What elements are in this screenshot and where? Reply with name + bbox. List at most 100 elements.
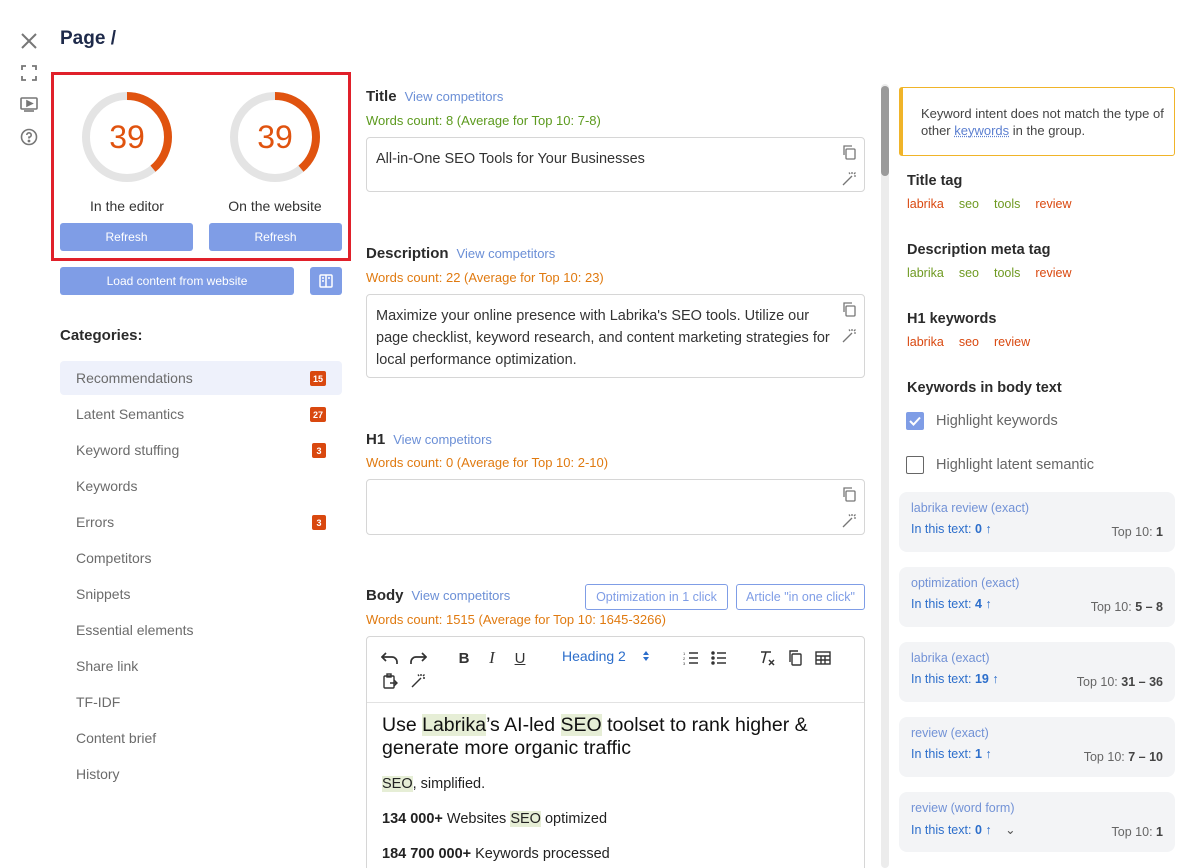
article-one-click-button[interactable]: Article "in one click"	[736, 584, 865, 610]
italic-icon[interactable]: I	[482, 648, 502, 668]
h1-field[interactable]	[366, 479, 865, 535]
category-item[interactable]: Errors 3	[60, 505, 342, 539]
keyword-in-text: In this text: 19 ↑	[911, 672, 999, 686]
keyword-highlight: Labrika	[422, 714, 487, 736]
category-label: Essential elements	[76, 622, 194, 638]
editor-heading[interactable]: Use Labrika’s AI-led SEO toolset to rank…	[382, 714, 842, 760]
magic-wand-icon[interactable]	[408, 671, 428, 691]
editor-toolbar: B I U Heading 2 123	[367, 637, 864, 703]
copy-icon[interactable]	[841, 144, 857, 160]
title-field[interactable]: All-in-One SEO Tools for Your Businesses	[366, 137, 865, 192]
body-editor[interactable]: B I U Heading 2 123 Use Labrika’s AI-led…	[366, 636, 865, 868]
refresh-website-button[interactable]: Refresh	[209, 223, 342, 251]
category-item[interactable]: Recommendations 15	[60, 361, 342, 395]
video-icon[interactable]	[18, 93, 40, 115]
load-content-button[interactable]: Load content from website	[60, 267, 294, 295]
copy-icon[interactable]	[841, 486, 857, 502]
website-score-gauge: 39	[228, 90, 322, 184]
keyword-name: optimization (exact)	[911, 576, 1020, 590]
highlight-latent-toggle[interactable]: Highlight latent semantic	[906, 456, 1094, 474]
close-icon[interactable]	[18, 30, 40, 52]
fullscreen-icon[interactable]	[18, 62, 40, 84]
arrow-up-icon: ↑	[985, 823, 992, 837]
category-item[interactable]: Snippets	[60, 577, 342, 611]
magic-wand-icon[interactable]	[841, 513, 857, 529]
description-view-competitors-link[interactable]: View competitors	[457, 246, 556, 261]
ordered-list-icon[interactable]: 123	[681, 648, 701, 668]
keyword-name: labrika (exact)	[911, 651, 990, 665]
refresh-editor-button[interactable]: Refresh	[60, 223, 193, 251]
category-item[interactable]: Latent Semantics 27	[60, 397, 342, 431]
highlight-keywords-label: Highlight keywords	[936, 413, 1058, 429]
editor-paragraph-1[interactable]: SEO, simplified.	[382, 776, 485, 792]
body-section-label: Body View competitors	[366, 587, 511, 604]
title-words-count: Words count: 8 (Average for Top 10: 7-8)	[366, 113, 601, 128]
keyword-card[interactable]: labrika review (exact) In this text: 0 ↑ T…	[899, 492, 1175, 552]
body-words-count: Words count: 1515 (Average for Top 10: 1…	[366, 612, 666, 627]
title-tag-heading: Title tag	[907, 173, 963, 189]
checkbox-checked[interactable]	[906, 412, 924, 430]
category-label: Errors	[76, 514, 115, 530]
magic-wand-icon[interactable]	[841, 171, 857, 187]
optimization-one-click-button[interactable]: Optimization in 1 click	[585, 584, 728, 610]
magic-wand-icon[interactable]	[841, 328, 857, 344]
category-item[interactable]: Content brief	[60, 721, 342, 755]
highlight-keywords-toggle[interactable]: Highlight keywords	[906, 412, 1058, 430]
scrollbar-thumb[interactable]	[881, 86, 889, 176]
copy-icon[interactable]	[841, 301, 857, 317]
heading-select-value: Heading 2	[562, 648, 626, 664]
title-view-competitors-link[interactable]: View competitors	[405, 89, 504, 104]
keyword-name: labrika review (exact)	[911, 501, 1030, 515]
keyword-highlight: SEO	[510, 811, 541, 827]
bullet-list-icon[interactable]	[709, 648, 729, 668]
checkbox-unchecked[interactable]	[906, 456, 924, 474]
editor-paragraph-2[interactable]: 134 000+ Websites SEO optimized	[382, 811, 607, 827]
body-view-competitors-link[interactable]: View competitors	[412, 588, 511, 603]
category-label: Share link	[76, 658, 139, 674]
description-field[interactable]: Maximize your online presence with Labri…	[366, 294, 865, 378]
keyword-in-text: In this text: 0 ↑ ⌄	[911, 823, 1016, 837]
h1-keywords-heading: H1 keywords	[907, 311, 997, 327]
category-item[interactable]: Keyword stuffing 3	[60, 433, 342, 467]
category-count-badge: 3	[312, 515, 326, 530]
scrollbar-track[interactable]	[881, 84, 889, 868]
svg-text:3: 3	[683, 661, 686, 665]
category-item[interactable]: History	[60, 757, 342, 791]
h1-view-competitors-link[interactable]: View competitors	[393, 432, 492, 447]
help-icon[interactable]	[18, 126, 40, 148]
book-icon[interactable]	[310, 267, 342, 295]
editor-score-value: 39	[109, 118, 145, 155]
table-icon[interactable]	[813, 648, 833, 668]
category-item[interactable]: Keywords	[60, 469, 342, 503]
category-label: Recommendations	[76, 370, 193, 386]
editor-paragraph-3[interactable]: 184 700 000+ Keywords processed	[382, 846, 610, 862]
underline-icon[interactable]: U	[510, 648, 530, 668]
keyword-card[interactable]: review (exact) In this text: 1 ↑ Top 10: 7…	[899, 717, 1175, 777]
undo-icon[interactable]	[380, 648, 400, 668]
website-score-value: 39	[257, 118, 293, 155]
keyword-in-text: In this text: 4 ↑	[911, 597, 992, 611]
keyword-card[interactable]: review (word form) In this text: 0 ↑ ⌄ Top…	[899, 792, 1175, 852]
category-item[interactable]: Competitors	[60, 541, 342, 575]
redo-icon[interactable]	[408, 648, 428, 668]
title-section-label: Title View competitors	[366, 88, 504, 105]
category-count-badge: 27	[309, 407, 326, 422]
description-field-value: Maximize your online presence with Labri…	[376, 308, 830, 368]
category-label: Latent Semantics	[76, 406, 185, 422]
arrow-up-icon: ↑	[985, 747, 992, 761]
keyword-card[interactable]: labrika (exact) In this text: 19 ↑ Top 10:…	[899, 642, 1175, 702]
keyword-name: review (exact)	[911, 726, 989, 740]
keyword-card[interactable]: optimization (exact) In this text: 4 ↑ Top…	[899, 567, 1175, 627]
h1-words-count: Words count: 0 (Average for Top 10: 2-10…	[366, 455, 609, 470]
chevron-down-icon[interactable]: ⌄	[1005, 823, 1015, 837]
paste-icon[interactable]	[380, 671, 400, 691]
clear-format-icon[interactable]	[757, 648, 777, 668]
category-item[interactable]: Essential elements	[60, 613, 342, 647]
copy-icon[interactable]	[785, 648, 805, 668]
keyword-in-text: In this text: 0 ↑	[911, 522, 992, 536]
keywords-link[interactable]: keywords	[954, 123, 1009, 138]
category-item[interactable]: Share link	[60, 649, 342, 683]
category-item[interactable]: TF-IDF	[60, 685, 342, 719]
bold-icon[interactable]: B	[454, 648, 474, 668]
heading-select[interactable]: Heading 2	[562, 648, 650, 664]
